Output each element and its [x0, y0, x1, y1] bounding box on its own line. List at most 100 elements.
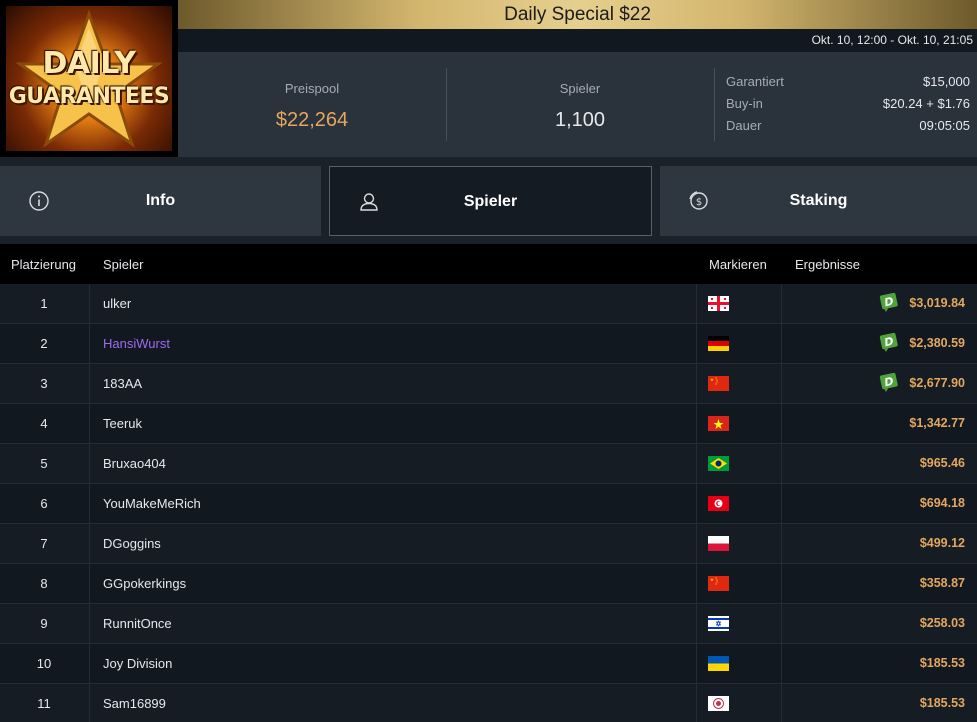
info-key: Garantiert: [726, 74, 784, 89]
tab-info-label: Info: [145, 192, 176, 209]
players-count-value: 1,100: [554, 109, 606, 131]
brazil-flag-icon: [708, 456, 729, 471]
table-row[interactable]: 9 RunnitOnce $258.03: [0, 604, 977, 644]
row-player-name[interactable]: HansiWurst: [103, 336, 170, 351]
results-table-header: Platzierung Spieler Markieren Ergebnisse: [0, 244, 977, 284]
column-divider: [696, 564, 697, 603]
table-row[interactable]: 3 183AA D $2,677.90: [0, 364, 977, 404]
row-result-amount: $2,380.59: [909, 336, 965, 350]
column-divider: [781, 524, 782, 563]
results-table: 1 ulker D $3,019.84 2 HansiWurst D $2,380.59 3 18…: [0, 284, 977, 722]
tournament-info: Garantiert $15,000 Buy-in $20.24 + $1.76…: [726, 74, 970, 140]
row-player-name[interactable]: Joy Division: [103, 656, 172, 671]
column-divider: [89, 564, 90, 603]
table-row[interactable]: 4 Teeruk $1,342.77: [0, 404, 977, 444]
tab-info[interactable]: Info: [0, 166, 321, 236]
stats-divider: [714, 68, 715, 141]
row-result-amount: $499.12: [919, 536, 965, 550]
column-divider: [781, 484, 782, 523]
column-header-mark[interactable]: Markieren: [709, 257, 767, 272]
row-place: 11: [37, 696, 51, 711]
info-row-buyin: Buy-in $20.24 + $1.76: [726, 96, 970, 118]
column-header-results[interactable]: Ergebnisse: [795, 257, 860, 272]
players-stat: Spieler 1,100: [446, 52, 714, 157]
row-place: 4: [40, 416, 48, 431]
row-result-amount: $2,677.90: [909, 376, 965, 390]
column-divider: [89, 444, 90, 483]
column-divider: [89, 524, 90, 563]
germany-flag-icon: [708, 336, 729, 351]
column-divider: [696, 644, 697, 683]
row-player-name[interactable]: ulker: [103, 296, 131, 311]
column-divider: [696, 324, 697, 363]
taiwan-flag-icon: [708, 696, 729, 711]
column-divider: [696, 284, 697, 323]
row-player-name[interactable]: Teeruk: [103, 416, 142, 431]
column-divider: [89, 644, 90, 683]
china-flag-icon: [708, 376, 729, 391]
row-player-name[interactable]: DGoggins: [103, 536, 161, 551]
column-divider: [781, 684, 782, 722]
logo-text-guarantees: GUARANTEES: [8, 84, 170, 109]
row-player-name[interactable]: YouMakeMeRich: [103, 496, 201, 511]
tab-bar: Info Spieler $ Staking: [0, 157, 977, 244]
column-divider: [696, 604, 697, 643]
column-divider: [89, 284, 90, 323]
row-result-amount: $185.53: [919, 656, 965, 670]
row-place: 9: [40, 616, 48, 631]
row-place: 3: [40, 376, 48, 391]
column-divider: [89, 484, 90, 523]
column-divider: [89, 364, 90, 403]
row-result-amount: $358.87: [919, 576, 965, 590]
table-row[interactable]: 10 Joy Division $185.53: [0, 644, 977, 684]
column-divider: [781, 564, 782, 603]
date-range: Okt. 10, 12:00 - Okt. 10, 21:05: [178, 29, 977, 52]
column-divider: [89, 404, 90, 443]
table-row[interactable]: 7 DGoggins $499.12: [0, 524, 977, 564]
prize-pool-label: Preispool: [284, 81, 340, 96]
players-count-label: Spieler: [559, 81, 601, 96]
row-result-amount: $965.46: [919, 456, 965, 470]
column-divider: [781, 604, 782, 643]
column-divider: [781, 284, 782, 323]
georgia-flag-icon: [708, 296, 729, 311]
info-row-duration: Dauer 09:05:05: [726, 118, 970, 140]
row-result-amount: $185.53: [919, 696, 965, 710]
prize-pool-value: $22,264: [275, 109, 349, 131]
info-value: $20.24 + $1.76: [882, 96, 970, 111]
stats-panel: Preispool $22,264 Spieler 1,100 Garantie…: [178, 52, 977, 157]
table-row[interactable]: 11 Sam16899 $185.53: [0, 684, 977, 722]
row-player-name[interactable]: Bruxao404: [103, 456, 166, 471]
info-row-guaranteed: Garantiert $15,000: [726, 74, 970, 96]
row-player-name[interactable]: 183AA: [103, 376, 142, 391]
tab-staking-label: Staking: [789, 192, 848, 209]
info-value: 09:05:05: [919, 118, 970, 133]
info-key: Buy-in: [726, 96, 763, 111]
table-row[interactable]: 8 GGpokerkings $358.87: [0, 564, 977, 604]
column-divider: [89, 324, 90, 363]
tournament-title: Daily Special $22: [178, 0, 977, 29]
table-row[interactable]: 2 HansiWurst D $2,380.59: [0, 324, 977, 364]
column-divider: [696, 484, 697, 523]
tab-players[interactable]: Spieler: [329, 166, 652, 236]
prize-pool-stat: Preispool $22,264: [178, 52, 446, 157]
row-player-name[interactable]: RunnitOnce: [103, 616, 172, 631]
row-player-name[interactable]: GGpokerkings: [103, 576, 186, 591]
column-header-place[interactable]: Platzierung: [11, 257, 76, 272]
d-badge-icon: D: [879, 372, 898, 392]
row-result-amount: $258.03: [919, 616, 965, 630]
row-player-name[interactable]: Sam16899: [103, 696, 166, 711]
column-divider: [89, 604, 90, 643]
column-header-player[interactable]: Spieler: [103, 257, 143, 272]
row-place: 8: [40, 576, 48, 591]
tab-staking[interactable]: $ Staking: [660, 166, 977, 236]
table-row[interactable]: 1 ulker D $3,019.84: [0, 284, 977, 324]
row-place: 6: [40, 496, 48, 511]
column-divider: [89, 684, 90, 722]
israel-flag-icon: [708, 616, 729, 631]
table-row[interactable]: 5 Bruxao404 $965.46: [0, 444, 977, 484]
row-place: 7: [40, 536, 48, 551]
column-divider: [781, 644, 782, 683]
row-place: 2: [40, 336, 48, 351]
table-row[interactable]: 6 YouMakeMeRich $694.18: [0, 484, 977, 524]
